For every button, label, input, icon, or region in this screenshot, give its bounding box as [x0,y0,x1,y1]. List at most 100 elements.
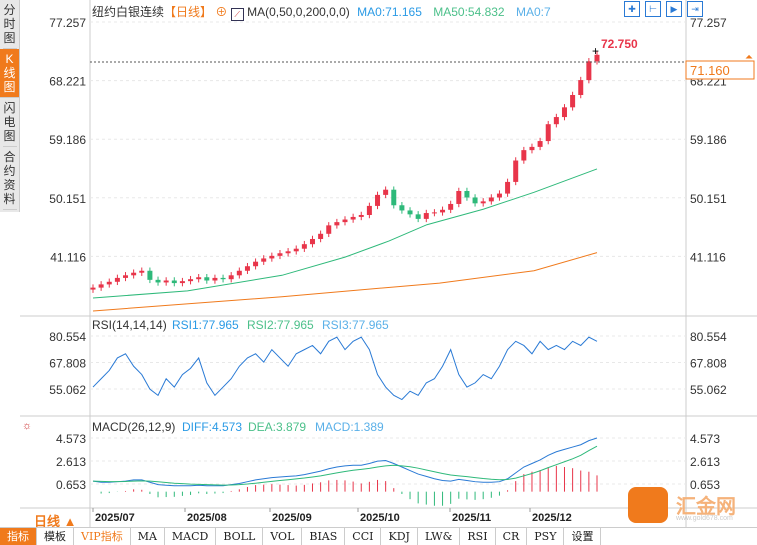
price-tick-right: 59.186 [690,133,727,147]
candle-body [309,238,315,245]
candle-body [334,222,340,226]
candle-body [196,277,202,280]
tab-13[interactable]: PSY [527,528,565,545]
candle-body [553,117,559,125]
month-label: 2025/10 [360,512,400,524]
candle-body [261,258,267,262]
month-label: 2025/08 [187,512,227,524]
macd-tick-left: 0.653 [56,478,86,492]
price-tick-left: 50.151 [49,192,86,206]
candle-body [204,277,210,281]
tab-4[interactable]: MACD [165,528,217,545]
macd-value: MACD:1.389 [315,420,384,434]
price-tick-left: 68.221 [49,75,86,89]
candle-body [350,216,356,220]
candle-body [399,205,405,211]
logo-url: www.gold678.com [676,515,733,522]
month-label: 2025/09 [272,512,312,524]
kline-chart[interactable]: 77.257 77.25768.221 68.22159.186 59.18650.1… [0,0,757,544]
rsi2-value: RSI2:77.965 [247,318,314,332]
tab-2[interactable]: VIP指标 [74,528,131,545]
price-tick-right: 41.116 [690,250,726,264]
last-price-label: 71.160 [690,63,730,78]
rsi-tick-left: 67.808 [49,357,86,371]
rsi-line [92,336,598,401]
tab-1[interactable]: 模板 [37,528,74,545]
rsi3-value: RSI3:77.965 [322,318,389,332]
candle-body [529,146,535,151]
high-price-label: 72.750 [601,37,638,51]
macd-tick-right: 2.613 [690,455,720,469]
candle-body [407,210,413,215]
candle-body [431,212,437,214]
price-tick-left: 77.257 [49,16,86,30]
diff-line [92,437,598,487]
candle-body [179,281,185,284]
candle-body [131,272,137,276]
tab-3[interactable]: MA [131,528,165,545]
candle-body [342,219,348,223]
candle-body [415,214,421,219]
candle-body [448,203,454,210]
rsi-label: RSI(14,14,14) [92,318,167,332]
candle-body [586,61,592,81]
scroll-up-icon: ⏶ [745,52,753,63]
macd-label: MACD(26,12,9) [92,420,175,434]
candle-body [561,107,567,118]
tab-5[interactable]: BOLL [216,528,264,545]
tab-11[interactable]: RSI [460,528,496,545]
candle-body [537,141,543,147]
sun-icon: ☼ [22,420,32,432]
dea-value: DEA:3.879 [248,420,306,434]
diff-value: DIFF:4.573 [182,420,242,434]
macd-tick-left: 2.613 [56,455,86,469]
tab-8[interactable]: CCI [345,528,382,545]
candle-body [212,277,218,281]
candle-body [496,193,502,198]
candle-body [358,214,364,217]
tab-14[interactable]: 设置 [564,528,602,545]
candle-body [228,275,234,280]
candle-body [464,190,470,198]
month-label: 2025/12 [532,512,572,524]
month-label: 2025/07 [95,512,135,524]
candle-body [147,270,153,280]
price-tick-left: 59.186 [49,133,86,147]
candle-body [383,189,389,195]
candle-body [545,124,551,142]
candle-body [366,205,372,215]
candle-body [236,270,242,276]
tab-12[interactable]: CR [496,528,528,545]
candle-body [480,201,486,204]
candle-body [155,279,161,283]
month-label: 2025/11 [452,512,491,524]
candle-body [293,248,299,252]
macd-tick-left: 4.573 [56,432,86,446]
tab-7[interactable]: BIAS [302,528,346,545]
candle-body [171,280,177,284]
tab-9[interactable]: KDJ [381,528,418,545]
crosshair-marker: + [592,44,599,58]
price-tick-left: 41.116 [50,250,86,264]
candle-body [277,253,283,256]
candle-body [521,150,527,161]
indicator-tabs: 指标 模板 VIP指标 MA MACD BOLL VOL BIAS CCI KDJ LW& RSI CR… [0,527,757,545]
candle-body [220,277,226,280]
candle-body [570,95,576,108]
rsi-tick-right: 67.808 [690,357,727,371]
tab-10[interactable]: LW& [418,528,461,545]
macd-tick-right: 4.573 [690,432,720,446]
candle-body [188,279,194,282]
rsi-tick-right: 80.554 [690,330,727,344]
rsi-tick-right: 55.062 [690,383,727,397]
rsi1-value: RSI1:77.965 [172,318,239,332]
candle-body [163,280,169,283]
candle-body [98,284,104,288]
candle-body [269,255,275,259]
rsi-tick-left: 80.554 [49,330,86,344]
candle-body [301,244,307,249]
tab-0[interactable]: 指标 [0,528,37,545]
price-tick-right: 50.151 [690,192,727,206]
candle-body [114,277,120,282]
tab-6[interactable]: VOL [263,528,303,545]
